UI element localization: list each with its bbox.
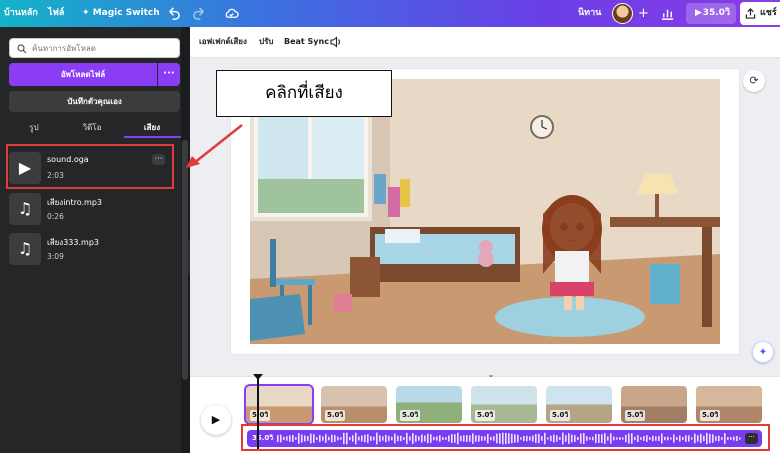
upload-more-button[interactable]: ···	[158, 63, 180, 86]
clip-duration: 5.0วิ	[625, 410, 646, 421]
active-tab-indicator	[124, 136, 181, 138]
clip-duration: 5.0วิ	[325, 410, 346, 421]
clip-duration: 5.0วิ	[400, 410, 421, 421]
magic-switch-label: Magic Switch	[92, 8, 160, 18]
playhead[interactable]	[257, 377, 259, 449]
timeline-clip[interactable]: 5.0วิ	[396, 386, 462, 423]
music-note-icon: ♫	[9, 233, 41, 265]
redo-icon[interactable]	[192, 6, 207, 21]
play-icon: ▶	[695, 8, 702, 18]
tab-videos[interactable]: วิดีโอ	[64, 118, 120, 138]
timeline-play-button[interactable]: ▶	[201, 405, 231, 435]
arrow-icon	[186, 124, 243, 168]
project-title[interactable]: นิทาน	[578, 0, 601, 27]
callout-text: คลิกที่เสียง	[265, 83, 343, 103]
search-input[interactable]: ค้นหาการอัพโหลด	[9, 38, 180, 58]
clip-duration: 5.0วิ	[700, 410, 721, 421]
instruction-callout: คลิกที่เสียง	[216, 70, 392, 117]
search-placeholder: ค้นหาการอัพโหลด	[32, 44, 96, 53]
highlight-box	[241, 424, 770, 451]
audio-duration: 3:09	[47, 252, 64, 261]
timeline-clip[interactable]: 5.0วิ	[321, 386, 387, 423]
audio-toolbar: เอฟเฟกต์เสียง ปรับ Beat Sync	[190, 27, 780, 58]
upload-files-button[interactable]: อัพโหลดไฟล์	[9, 63, 157, 86]
music-note-icon: ♫	[9, 193, 41, 225]
tab-audio[interactable]: เสียง	[124, 118, 180, 138]
clip-duration: 5.0วิ	[475, 410, 496, 421]
audio-name: เสียง333.mp3	[47, 238, 99, 247]
play-preview-button[interactable]: ▶ 35.0วิ	[686, 3, 736, 24]
search-icon	[17, 44, 27, 54]
clip-duration: 5.0วิ	[550, 410, 571, 421]
audio-item-intro[interactable]: ♫ เสียงintro.mp3 0:26	[9, 191, 179, 231]
timeline-clip[interactable]: 5.0วิ	[546, 386, 612, 423]
volume-icon[interactable]	[330, 36, 342, 48]
record-yourself-button[interactable]: บันทึกตัวคุณเอง	[9, 91, 180, 112]
beat-sync-button[interactable]: Beat Sync	[284, 27, 329, 57]
add-collaborator-icon[interactable]: +	[638, 0, 649, 27]
avatar[interactable]	[612, 3, 633, 24]
timeline-clip[interactable]: 5.0วิ	[244, 384, 314, 425]
magic-assist-icon[interactable]: ✦	[752, 341, 774, 363]
top-bar: บ้านหลัก ไฟล์ ✦ Magic Switch นิทาน + ▶ 3…	[0, 0, 780, 27]
play-icon: ▶	[211, 413, 221, 426]
share-button[interactable]: แชร์	[740, 2, 780, 25]
file-menu[interactable]: ไฟล์	[48, 0, 64, 27]
tab-images[interactable]: รูป	[6, 118, 62, 138]
timeline-clip[interactable]: 5.0วิ	[621, 386, 687, 423]
sparkle-icon: ✦	[82, 8, 93, 18]
audio-effects-button[interactable]: เอฟเฟกต์เสียง	[199, 27, 247, 57]
timeline-clip[interactable]: 5.0วิ	[471, 386, 537, 423]
scene-image	[250, 79, 720, 344]
audio-name: เสียงintro.mp3	[47, 198, 103, 207]
analytics-icon[interactable]	[660, 6, 675, 21]
timeline-clip[interactable]: 5.0วิ	[696, 386, 762, 423]
audio-duration: 0:26	[47, 212, 64, 221]
audio-item-333[interactable]: ♫ เสียง333.mp3 3:09	[9, 231, 179, 271]
clip-duration: 5.0วิ	[250, 410, 271, 421]
refresh-icon[interactable]: ⟳	[743, 70, 765, 92]
cloud-saved-icon[interactable]	[224, 6, 239, 21]
chevron-down-icon[interactable]: ⌄	[485, 371, 497, 379]
adjust-button[interactable]: ปรับ	[259, 27, 273, 57]
undo-icon[interactable]	[166, 6, 181, 21]
magic-switch-button[interactable]: ✦ Magic Switch	[82, 0, 160, 27]
share-label: แชร์	[760, 8, 777, 18]
play-time-label: 35.0วิ	[702, 8, 730, 18]
highlight-box	[6, 144, 174, 189]
home-menu[interactable]: บ้านหลัก	[4, 0, 38, 27]
share-icon	[745, 8, 756, 19]
